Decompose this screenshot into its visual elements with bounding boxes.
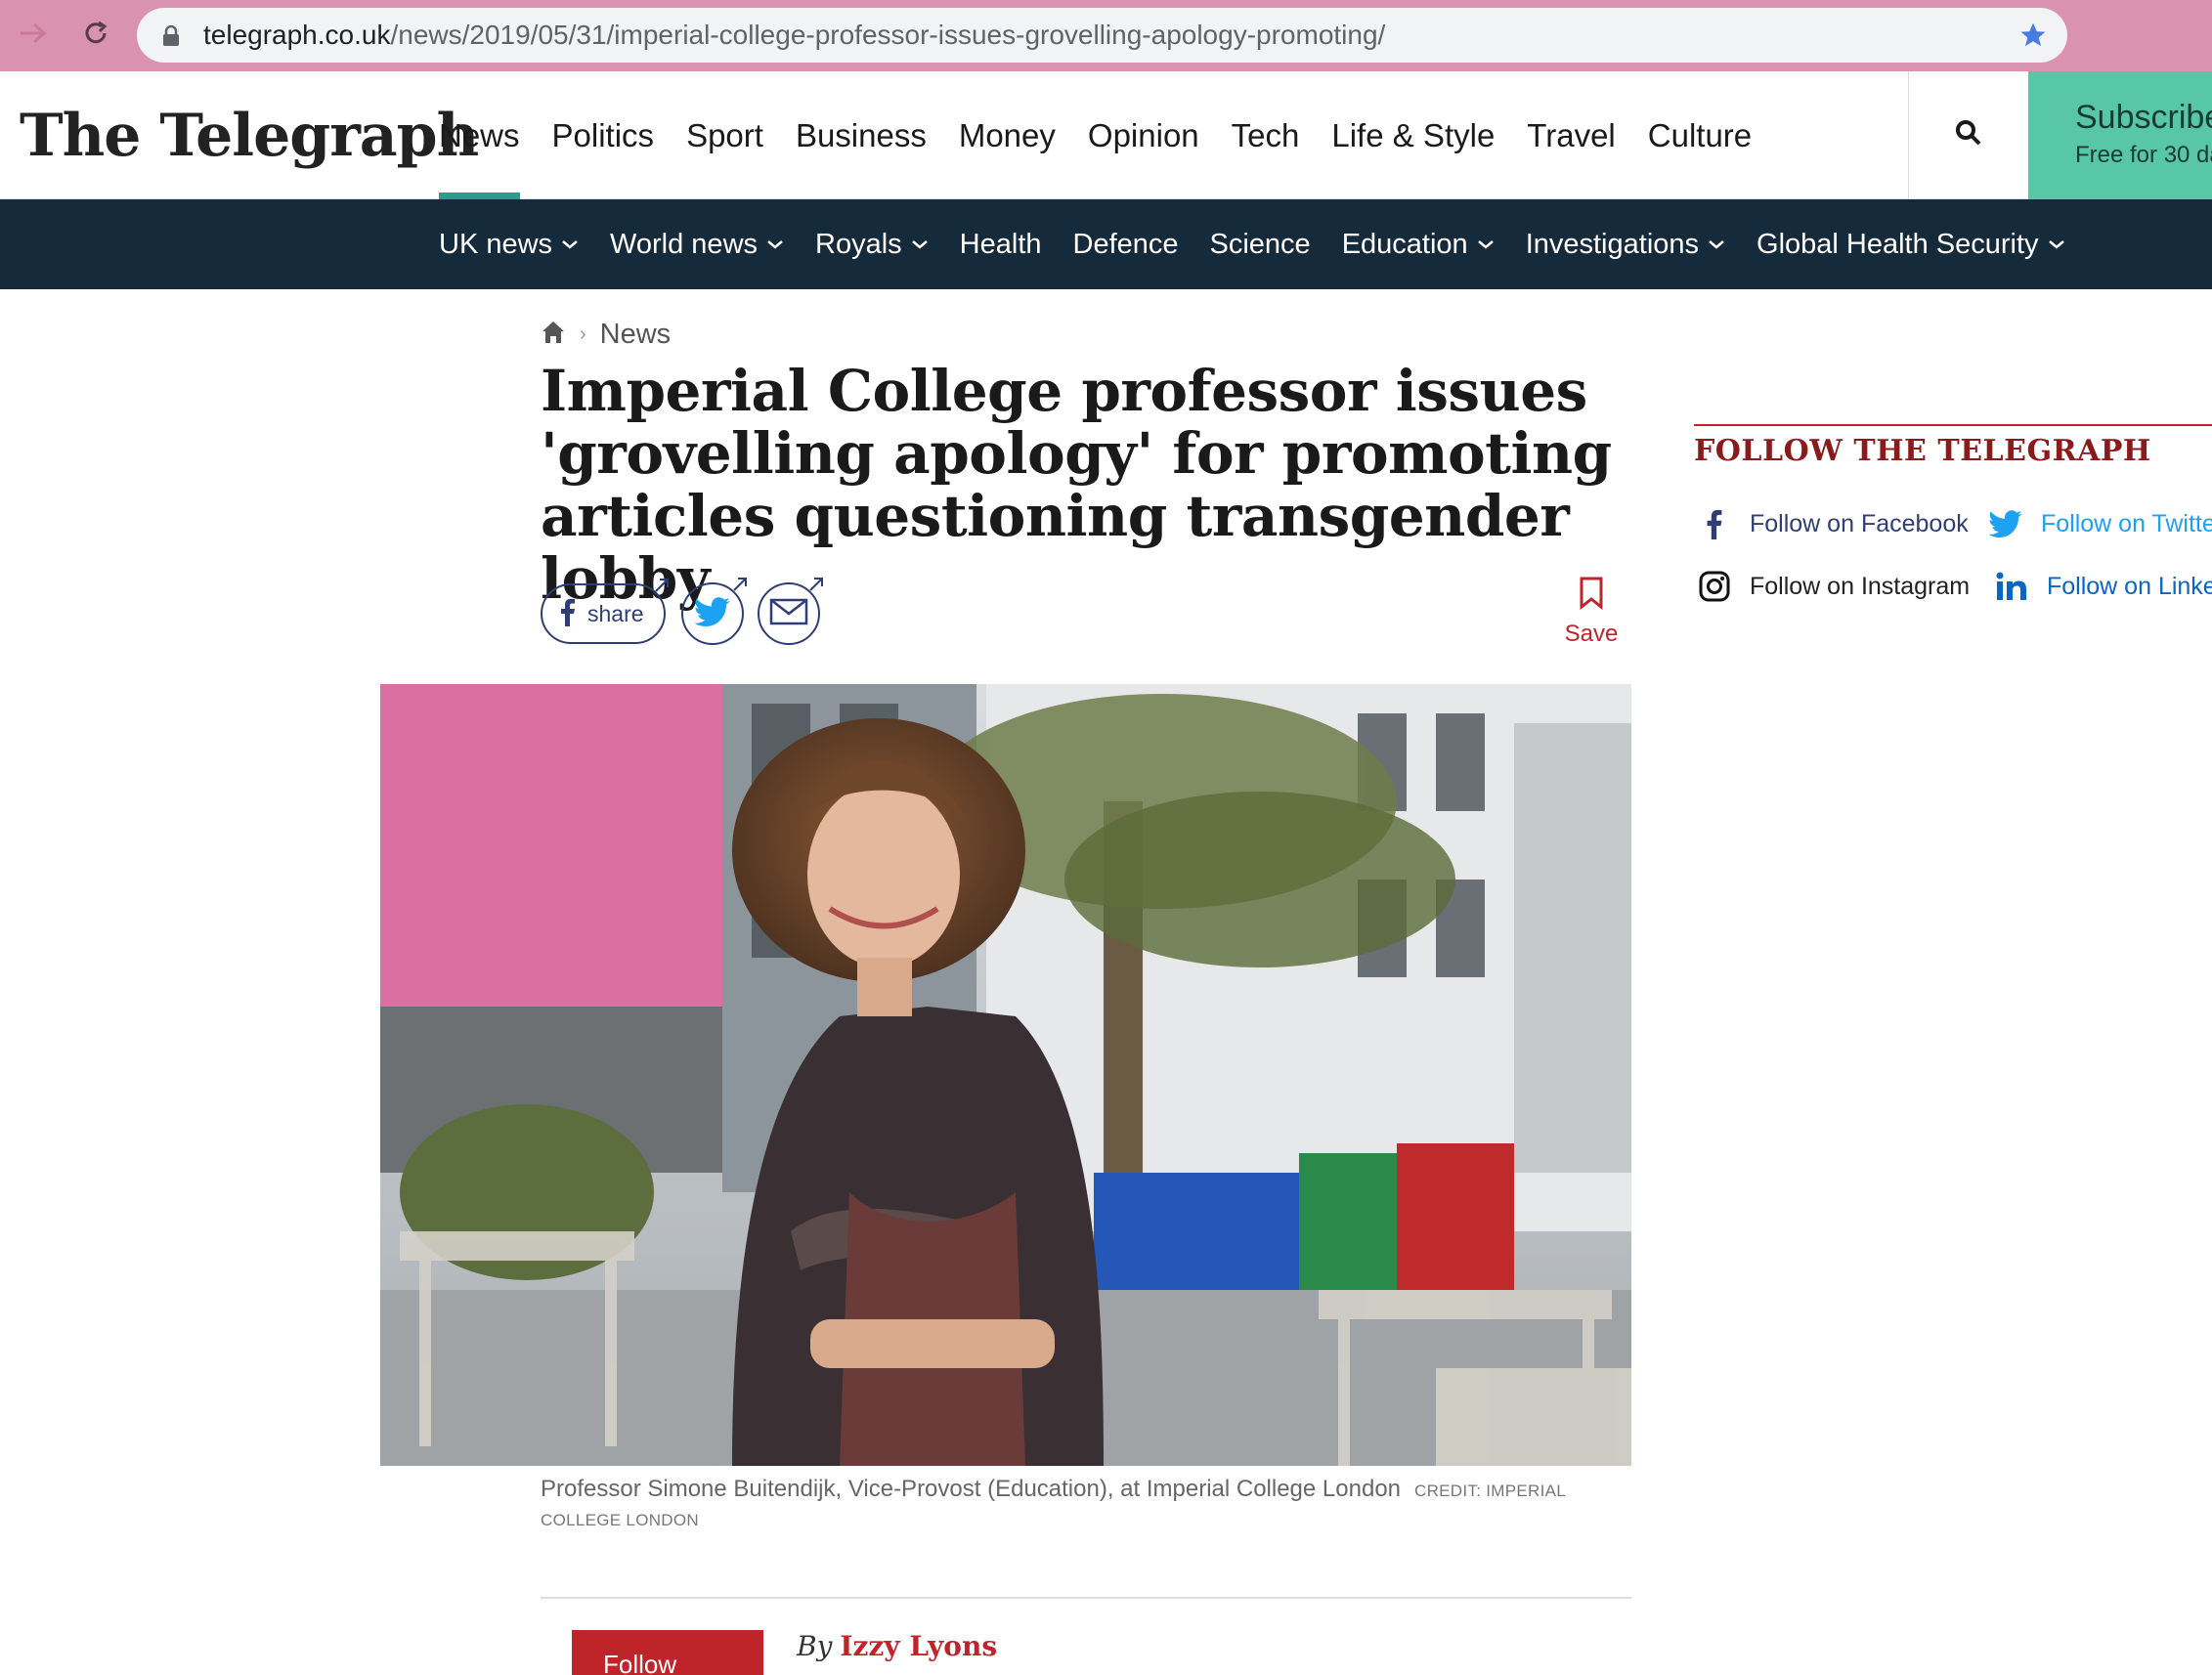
- subnav-label: Investigations: [1525, 229, 1700, 260]
- breadcrumb: › News: [541, 315, 671, 354]
- author-name[interactable]: Izzy Lyons: [840, 1630, 997, 1662]
- caption-text: Professor Simone Buitendijk, Vice-Provos…: [541, 1476, 1402, 1502]
- article-photo: [380, 684, 1631, 1466]
- primary-nav: News Politics Sport Business Money Opini…: [439, 71, 1784, 199]
- follow-instagram-label: Follow on Instagram: [1750, 572, 1971, 600]
- share-twitter-button[interactable]: [681, 578, 747, 645]
- nav-item-life-style[interactable]: Life & Style: [1331, 71, 1495, 199]
- chevron-down-icon: [2048, 240, 2064, 249]
- chevron-down-icon: [1477, 240, 1494, 249]
- follow-instagram-link[interactable]: Follow on Instagram: [1691, 563, 1970, 610]
- subnav-item-education[interactable]: Education: [1342, 199, 1495, 289]
- subnav-item-science[interactable]: Science: [1210, 199, 1311, 289]
- search-icon: [1954, 118, 1983, 152]
- follow-facebook-label: Follow on Facebook: [1750, 509, 1969, 537]
- facebook-icon: [560, 597, 576, 631]
- subscribe-button[interactable]: Subscribe Free for 30 days: [2028, 71, 2212, 199]
- nav-item-business[interactable]: Business: [796, 71, 927, 199]
- follow-twitter-label: Follow on Twitter: [2041, 509, 2212, 537]
- sidebar-rule: [1694, 424, 2212, 426]
- subnav-item-royals[interactable]: Royals: [815, 199, 929, 289]
- chevron-down-icon: [767, 240, 783, 249]
- subscribe-subtitle: Free for 30 days: [2075, 142, 2212, 168]
- article-headline: Imperial College professor issues 'grove…: [541, 358, 1612, 612]
- bookmark-icon: [1579, 577, 1604, 614]
- twitter-icon: [694, 596, 730, 631]
- follow-author-button[interactable]: Follow: [572, 1630, 763, 1675]
- follow-label: Follow: [603, 1650, 677, 1675]
- bookmark-star-icon[interactable]: [2018, 21, 2048, 55]
- browser-toolbar: telegraph.co.uk/news/2019/05/31/imperial…: [0, 0, 2212, 71]
- follow-linkedin-label: Follow on LinkedIn: [2047, 572, 2212, 600]
- nav-item-money[interactable]: Money: [959, 71, 1056, 199]
- nav-item-sport[interactable]: Sport: [686, 71, 763, 199]
- follow-twitter-link[interactable]: Follow on Twitter: [1982, 500, 2212, 547]
- follow-facebook-link[interactable]: Follow on Facebook: [1691, 500, 1969, 547]
- external-arrow-icon: [652, 576, 672, 600]
- lock-icon: [162, 24, 180, 52]
- subnav-item-world-news[interactable]: World news: [610, 199, 784, 289]
- url-text: telegraph.co.uk/news/2019/05/31/imperial…: [203, 20, 1386, 50]
- forward-arrow-icon[interactable]: [14, 14, 53, 53]
- byline-prefix: By: [797, 1630, 833, 1662]
- search-button[interactable]: [1908, 71, 2027, 199]
- nav-item-culture[interactable]: Culture: [1648, 71, 1752, 199]
- external-arrow-icon: [730, 575, 750, 599]
- follow-linkedin-link[interactable]: Follow on LinkedIn: [1988, 563, 2212, 610]
- photo-caption: Professor Simone Buitendijk, Vice-Provos…: [541, 1476, 1616, 1534]
- subnav-item-defence[interactable]: Defence: [1073, 199, 1179, 289]
- byline-divider: [541, 1597, 1631, 1599]
- address-bar[interactable]: telegraph.co.uk/news/2019/05/31/imperial…: [137, 8, 2067, 63]
- subnav-label: World news: [610, 229, 759, 260]
- save-button[interactable]: Save: [1562, 577, 1621, 648]
- email-icon: [769, 598, 808, 630]
- secondary-nav: UK news World news Royals Health Defence…: [0, 199, 2212, 289]
- chevron-down-icon: [911, 240, 928, 249]
- subnav-label: UK news: [439, 229, 553, 260]
- subnav-label: Global Health Security: [1757, 229, 2039, 260]
- home-icon[interactable]: [541, 320, 566, 350]
- nav-item-politics[interactable]: Politics: [552, 71, 655, 199]
- share-row: share: [541, 578, 834, 645]
- nav-item-tech[interactable]: Tech: [1232, 71, 1300, 199]
- linkedin-icon: [1988, 563, 2035, 610]
- subnav-item-uk-news[interactable]: UK news: [439, 199, 579, 289]
- subnav-item-global-health-security[interactable]: Global Health Security: [1757, 199, 2065, 289]
- sidebar-title: FOLLOW THE TELEGRAPH: [1694, 434, 2151, 468]
- breadcrumb-separator-icon: ›: [580, 322, 586, 345]
- byline: By Izzy Lyons: [797, 1630, 997, 1662]
- subnav-label: Science: [1209, 229, 1311, 260]
- facebook-icon: [1691, 500, 1738, 547]
- chevron-down-icon: [1709, 240, 1724, 249]
- subnav-label: Health: [959, 229, 1042, 260]
- subnav-label: Royals: [815, 229, 902, 260]
- external-arrow-icon: [806, 575, 826, 599]
- subscribe-title: Subscribe: [2075, 99, 2212, 136]
- nav-item-travel[interactable]: Travel: [1527, 71, 1615, 199]
- nav-item-opinion[interactable]: Opinion: [1088, 71, 1199, 199]
- chevron-down-icon: [562, 240, 578, 249]
- share-facebook-button[interactable]: share: [541, 579, 669, 644]
- subnav-label: Defence: [1072, 229, 1179, 260]
- telegraph-logo[interactable]: The Telegraph: [20, 97, 479, 175]
- twitter-icon: [1982, 500, 2029, 547]
- share-email-button[interactable]: [758, 578, 823, 645]
- reload-icon[interactable]: [76, 14, 115, 53]
- subnav-label: Education: [1341, 229, 1468, 260]
- instagram-icon: [1691, 563, 1738, 610]
- site-header: The Telegraph News Politics Sport Busine…: [0, 71, 2212, 199]
- subnav-item-investigations[interactable]: Investigations: [1526, 199, 1725, 289]
- breadcrumb-news[interactable]: News: [600, 319, 672, 351]
- subnav-item-health[interactable]: Health: [960, 199, 1042, 289]
- share-label: share: [587, 600, 644, 626]
- save-label: Save: [1564, 621, 1619, 647]
- nav-item-news[interactable]: News: [439, 71, 520, 199]
